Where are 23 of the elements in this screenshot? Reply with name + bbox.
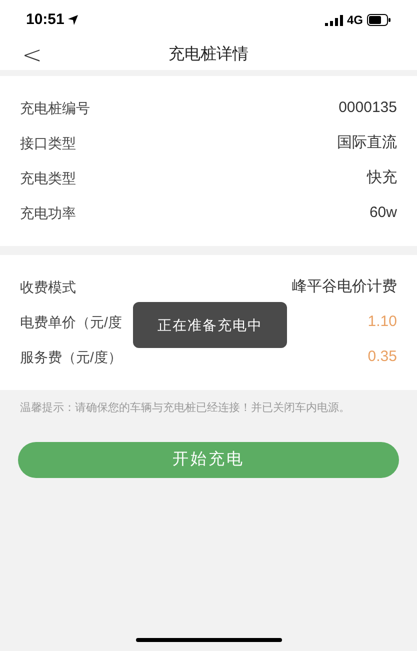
signal-icon [324, 14, 343, 26]
battery-icon [367, 14, 391, 26]
row-value: 0.35 [368, 347, 397, 368]
notice-text: 温馨提示：请确保您的车辆与充电桩已经连接！并已关闭车内电源。 [20, 402, 351, 414]
row-value: 快充 [367, 168, 397, 188]
clock-time: 10:51 [26, 10, 64, 30]
row-value: 60w [369, 203, 397, 224]
row-label: 充电桩编号 [20, 99, 90, 118]
toast-message: 正在准备充电中 [133, 302, 287, 348]
row-label: 电费单价（元/度 [20, 313, 122, 332]
row-value: 峰平谷电价计费 [292, 277, 397, 298]
row-label: 收费模式 [20, 278, 76, 297]
row-value: 0000135 [338, 98, 397, 118]
row-label: 充电类型 [20, 169, 76, 188]
row-value: 1.10 [368, 312, 397, 332]
location-arrow-icon [68, 15, 78, 25]
network-label: 4G [346, 12, 363, 29]
row-label: 服务费（元/度） [20, 348, 122, 367]
row-label: 接口类型 [20, 134, 76, 153]
back-button[interactable]: < [22, 40, 42, 70]
row-value: 国际直流 [337, 133, 397, 154]
page-title: 充电桩详情 [168, 44, 248, 65]
row-label: 充电功率 [20, 204, 76, 223]
